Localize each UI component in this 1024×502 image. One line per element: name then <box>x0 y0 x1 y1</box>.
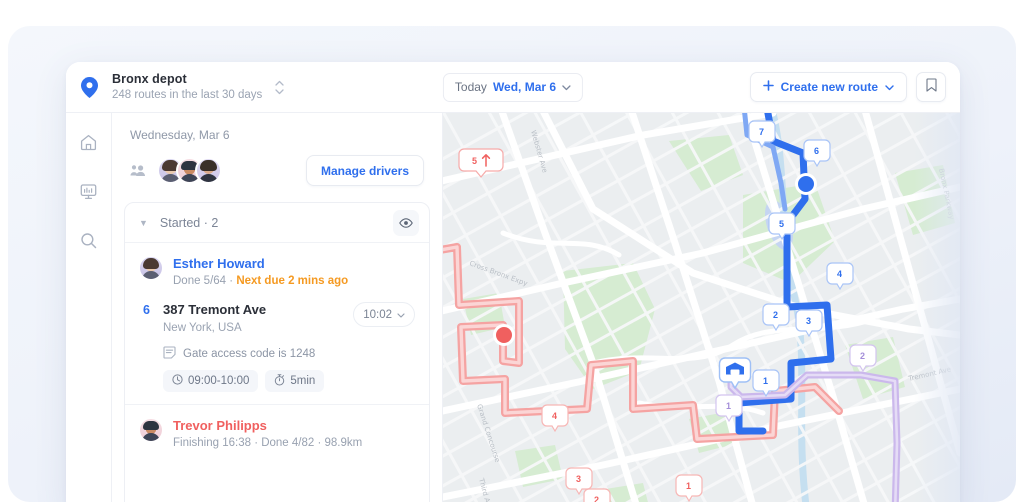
chevron-down-icon <box>562 78 571 96</box>
chevron-down-icon <box>397 309 405 321</box>
driver-done-count: Done 5/64 <box>173 275 227 287</box>
svg-text:6: 6 <box>814 146 819 156</box>
started-group-card: ▼ Started · 2 Esther Howard Done 5/64 · … <box>124 202 430 502</box>
stop-chips: 09:00-10:00 5min <box>163 370 429 392</box>
date-selector-wrap: Today Wed, Mar 6 <box>442 72 584 102</box>
date-selector[interactable]: Today Wed, Mar 6 <box>442 72 584 102</box>
sidebar-item-dashboard[interactable] <box>78 180 100 202</box>
depot-pin-icon <box>66 76 112 98</box>
duration-label: 5min <box>290 375 316 387</box>
depot-name: Bronx depot <box>112 71 187 86</box>
left-nav-rail <box>66 113 112 502</box>
stop-address: 387 Tremont Ave <box>163 302 267 317</box>
screenshot-root: Bronx depot 248 routes in the last 30 da… <box>0 0 1024 502</box>
depot-updown-icon[interactable] <box>275 80 284 95</box>
driver-meta: Done 5/64 · Next due 2 mins ago <box>173 273 348 289</box>
clock-icon <box>172 374 183 388</box>
blue-route-current-marker <box>795 173 817 195</box>
svg-text:7: 7 <box>759 127 764 137</box>
chevron-down-icon <box>885 80 894 94</box>
eye-icon <box>399 217 413 228</box>
stop-note: Gate access code is 1248 <box>163 346 429 362</box>
driver-meta: Finishing 16:38 · Done 4/82 · 98.9km <box>173 437 363 449</box>
stop-city: New York, USA <box>163 322 242 334</box>
stop-number: 6 <box>143 303 150 317</box>
time-window-label: 09:00-10:00 <box>188 375 250 387</box>
routes-panel: Wednesday, Mar 6 Manage drivers ▼ Starte… <box>112 113 443 502</box>
duration-chip: 5min <box>265 370 325 392</box>
stopwatch-icon <box>274 373 285 389</box>
plus-icon <box>762 80 774 94</box>
toggle-visibility-button[interactable] <box>393 209 419 236</box>
svg-text:4: 4 <box>552 411 557 421</box>
svg-text:5: 5 <box>779 219 784 229</box>
time-window-chip: 09:00-10:00 <box>163 370 259 392</box>
stop-note-text: Gate access code is 1248 <box>183 348 316 360</box>
depot-selector[interactable]: Bronx depot 248 routes in the last 30 da… <box>112 72 284 103</box>
people-icon <box>130 164 146 177</box>
monitor-icon <box>80 183 97 199</box>
svg-text:1: 1 <box>686 481 691 491</box>
list-item[interactable]: Trevor Philipps Finishing 16:38 · Done 4… <box>125 405 429 461</box>
drivers-summary-row: Manage drivers <box>112 142 442 202</box>
stop-time-value: 10:02 <box>363 308 392 321</box>
manage-drivers-label: Manage drivers <box>320 163 409 178</box>
date-value: Wed, Mar 6 <box>492 80 557 94</box>
group-title: Started · 2 <box>159 215 219 230</box>
create-new-route-label: Create new route <box>780 80 878 94</box>
depot-subtitle: 248 routes in the last 30 days <box>112 88 263 101</box>
svg-text:1: 1 <box>726 401 731 411</box>
stop-row[interactable]: 6 387 Tremont Ave New York, USA 10:02 <box>125 299 429 336</box>
bookmark-button[interactable] <box>916 72 946 102</box>
app-window: Bronx depot 248 routes in the last 30 da… <box>66 62 960 502</box>
create-new-route-button[interactable]: Create new route <box>749 72 907 102</box>
chevron-down-icon[interactable]: ▼ <box>139 218 148 228</box>
search-icon <box>81 232 97 248</box>
meta-separator: · <box>226 275 237 287</box>
red-route-start-marker <box>493 324 515 346</box>
svg-text:5: 5 <box>472 156 477 166</box>
manage-drivers-button[interactable]: Manage drivers <box>305 155 424 186</box>
panel-date-heading: Wednesday, Mar 6 <box>130 128 230 142</box>
avatar <box>139 418 163 442</box>
driver-name[interactable]: Esther Howard <box>173 256 348 272</box>
top-bar: Bronx depot 248 routes in the last 30 da… <box>66 62 960 113</box>
svg-text:3: 3 <box>806 316 811 326</box>
svg-text:1: 1 <box>763 376 768 386</box>
next-due-badge: Next due 2 mins ago <box>236 275 349 287</box>
svg-text:4: 4 <box>837 269 842 279</box>
home-icon <box>80 134 97 150</box>
driver-avatar-group[interactable] <box>157 157 222 184</box>
stop-time-dropdown[interactable]: 10:02 <box>353 302 415 327</box>
svg-text:2: 2 <box>860 351 865 361</box>
svg-text:2: 2 <box>773 310 778 320</box>
note-icon <box>163 346 176 362</box>
bookmark-icon <box>925 77 937 97</box>
started-group-header[interactable]: ▼ Started · 2 <box>125 203 429 243</box>
svg-text:3: 3 <box>576 474 581 484</box>
svg-text:2: 2 <box>594 495 599 502</box>
driver-name[interactable]: Trevor Philipps <box>173 418 362 434</box>
top-bar-actions: Create new route <box>749 72 946 102</box>
date-today-label: Today <box>454 80 487 94</box>
map-canvas[interactable]: Grand Concourse Cross Bronx Expy Tremont… <box>443 113 960 502</box>
avatar <box>195 157 222 184</box>
route-marker-red-2: 2 <box>583 488 611 502</box>
avatar <box>139 256 163 280</box>
list-item[interactable]: Esther Howard Done 5/64 · Next due 2 min… <box>125 243 429 299</box>
sidebar-item-search[interactable] <box>78 229 100 251</box>
sidebar-item-home[interactable] <box>78 131 100 153</box>
